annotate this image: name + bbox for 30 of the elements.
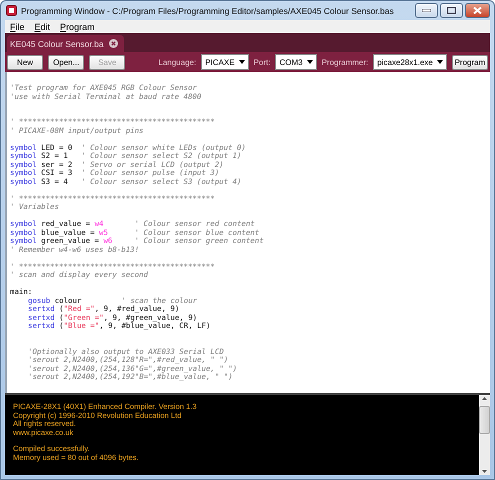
window-title: Programming Window - C:/Program Files/Programming Editor/samples/AXE045 Colour Sensor.bas [21, 6, 395, 16]
field-label: Programmer: [322, 58, 368, 66]
scrollbar[interactable] [479, 395, 490, 475]
minimize-button[interactable] [415, 3, 438, 18]
dropdown[interactable]: picaxe28x1.exe [373, 54, 447, 70]
field-label: Language: [158, 58, 196, 66]
toolbar-button[interactable]: New [7, 54, 44, 70]
caret-icon [306, 60, 313, 64]
code-editor[interactable] [5, 72, 490, 393]
dropdown[interactable]: PICAXE [201, 54, 249, 70]
dropdown[interactable]: COM3 [275, 54, 317, 70]
scroll-down-icon[interactable] [482, 470, 487, 473]
tab-label: KE045 Colour Sensor.ba [10, 38, 104, 48]
app-icon [6, 5, 17, 16]
close-icon [473, 7, 482, 14]
caret-icon [436, 60, 443, 64]
scroll-up-icon[interactable] [482, 397, 487, 400]
close-button[interactable] [465, 3, 490, 18]
menu-item[interactable]: Edit [30, 22, 56, 32]
maximize-icon [447, 7, 456, 14]
close-icon[interactable] [108, 39, 118, 48]
field-label: Port: [254, 58, 270, 66]
menu-item[interactable]: Program [55, 22, 100, 32]
maximize-button[interactable] [440, 3, 463, 18]
caret-icon [238, 60, 245, 64]
file-tab[interactable]: KE045 Colour Sensor.ba [7, 35, 124, 52]
program-button[interactable]: Program [452, 54, 488, 70]
menu-item[interactable]: File [5, 22, 30, 32]
minimize-icon [422, 9, 431, 12]
toolbar-button[interactable]: Open... [48, 54, 84, 70]
